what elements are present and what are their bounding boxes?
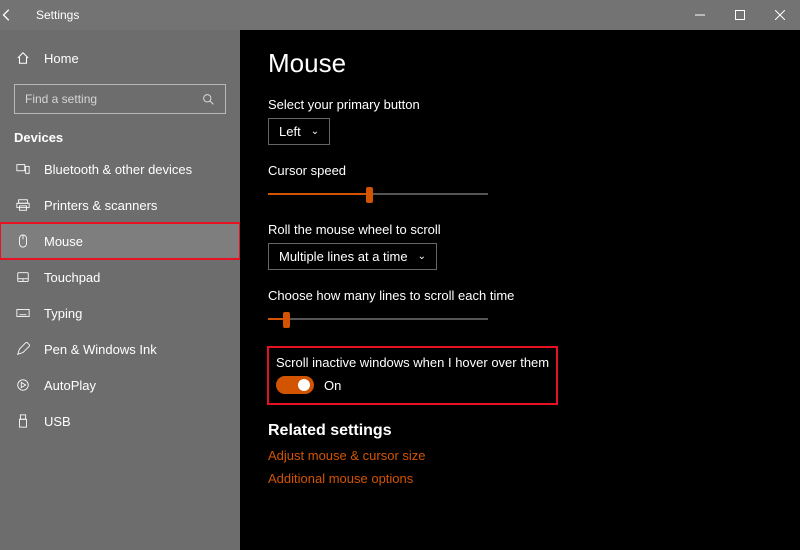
sidebar-item-bluetooth[interactable]: Bluetooth & other devices bbox=[0, 151, 240, 187]
minimize-icon bbox=[695, 10, 705, 20]
sidebar-item-usb[interactable]: USB bbox=[0, 403, 240, 439]
maximize-button[interactable] bbox=[720, 0, 760, 30]
close-icon bbox=[775, 10, 785, 20]
minimize-button[interactable] bbox=[680, 0, 720, 30]
cursor-speed-label: Cursor speed bbox=[268, 163, 772, 178]
pen-icon bbox=[14, 342, 32, 356]
usb-icon bbox=[14, 414, 32, 428]
search-input[interactable] bbox=[14, 84, 226, 114]
cursor-speed-slider[interactable] bbox=[268, 184, 488, 204]
sidebar-item-label: AutoPlay bbox=[44, 378, 96, 393]
keyboard-icon bbox=[14, 306, 32, 320]
page-title: Mouse bbox=[268, 48, 772, 79]
dropdown-value: Left bbox=[279, 124, 301, 139]
sidebar-category: Devices bbox=[0, 120, 240, 151]
sidebar-item-pen[interactable]: Pen & Windows Ink bbox=[0, 331, 240, 367]
scroll-inactive-label: Scroll inactive windows when I hover ove… bbox=[276, 355, 549, 370]
sidebar-item-printers[interactable]: Printers & scanners bbox=[0, 187, 240, 223]
related-heading: Related settings bbox=[268, 422, 772, 440]
scroll-inactive-group: Scroll inactive windows when I hover ove… bbox=[268, 347, 557, 404]
sidebar-item-typing[interactable]: Typing bbox=[0, 295, 240, 331]
primary-button-dropdown[interactable]: Left ⌄ bbox=[268, 118, 330, 145]
sidebar-home[interactable]: Home bbox=[0, 40, 240, 76]
dropdown-value: Multiple lines at a time bbox=[279, 249, 408, 264]
sidebar-item-label: USB bbox=[44, 414, 71, 429]
toggle-state: On bbox=[324, 378, 341, 393]
toggle-knob bbox=[298, 379, 310, 391]
link-adjust-mouse-size[interactable]: Adjust mouse & cursor size bbox=[268, 448, 772, 463]
scroll-inactive-toggle[interactable] bbox=[276, 376, 314, 394]
devices-icon bbox=[14, 162, 32, 176]
sidebar-item-mouse[interactable]: Mouse bbox=[0, 223, 240, 259]
slider-fill bbox=[268, 193, 369, 195]
autoplay-icon bbox=[14, 378, 32, 392]
search-icon bbox=[202, 93, 215, 106]
arrow-left-icon bbox=[0, 8, 14, 22]
sidebar-item-label: Pen & Windows Ink bbox=[44, 342, 157, 357]
wheel-dropdown[interactable]: Multiple lines at a time ⌄ bbox=[268, 243, 437, 270]
sidebar-item-label: Touchpad bbox=[44, 270, 100, 285]
link-additional-mouse-options[interactable]: Additional mouse options bbox=[268, 471, 772, 486]
window-title: Settings bbox=[36, 8, 79, 22]
slider-track bbox=[268, 318, 488, 320]
back-button[interactable] bbox=[0, 8, 36, 22]
primary-button-label: Select your primary button bbox=[268, 97, 772, 112]
lines-label: Choose how many lines to scroll each tim… bbox=[268, 288, 772, 303]
lines-slider[interactable] bbox=[268, 309, 488, 329]
sidebar-item-label: Printers & scanners bbox=[44, 198, 157, 213]
main-panel: Mouse Select your primary button Left ⌄ … bbox=[240, 30, 800, 550]
slider-thumb[interactable] bbox=[366, 187, 373, 203]
chevron-down-icon: ⌄ bbox=[311, 126, 319, 137]
sidebar-item-label: Mouse bbox=[44, 234, 83, 249]
slider-thumb[interactable] bbox=[283, 312, 290, 328]
search-field[interactable] bbox=[25, 92, 194, 106]
sidebar-item-label: Bluetooth & other devices bbox=[44, 162, 192, 177]
wheel-label: Roll the mouse wheel to scroll bbox=[268, 222, 772, 237]
close-button[interactable] bbox=[760, 0, 800, 30]
sidebar-home-label: Home bbox=[44, 51, 79, 66]
printer-icon bbox=[14, 198, 32, 212]
sidebar: Home Devices Bluetooth & other devices P… bbox=[0, 30, 240, 550]
touchpad-icon bbox=[14, 270, 32, 284]
mouse-icon bbox=[14, 234, 32, 248]
sidebar-item-autoplay[interactable]: AutoPlay bbox=[0, 367, 240, 403]
maximize-icon bbox=[735, 10, 745, 20]
sidebar-item-label: Typing bbox=[44, 306, 82, 321]
chevron-down-icon: ⌄ bbox=[418, 251, 426, 262]
sidebar-item-touchpad[interactable]: Touchpad bbox=[0, 259, 240, 295]
home-icon bbox=[14, 51, 32, 65]
